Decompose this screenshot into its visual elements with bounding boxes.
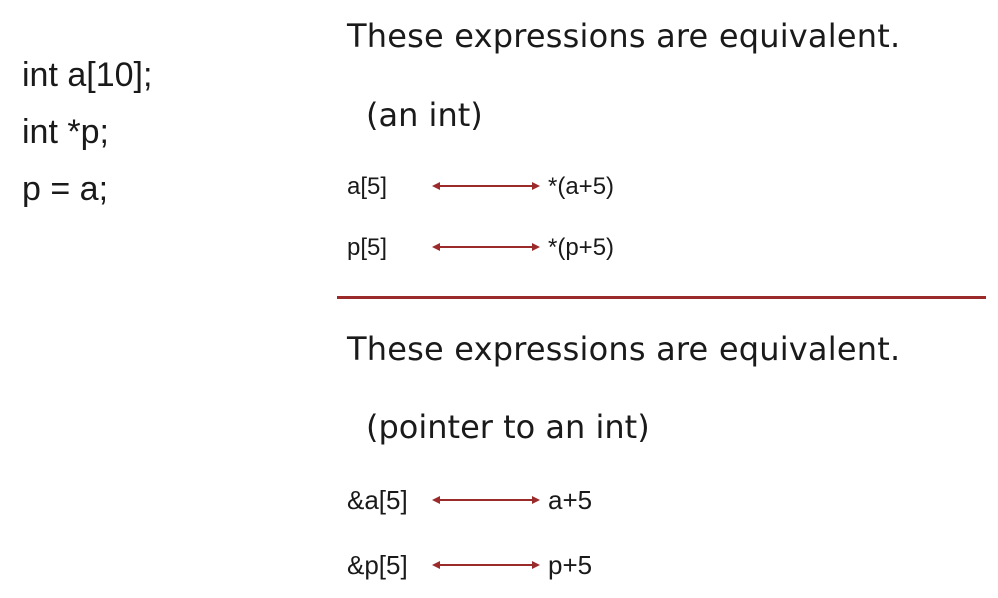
- double-arrow-icon: [432, 243, 540, 251]
- section1-heading: These expressions are equivalent.: [347, 17, 901, 55]
- section2-row1-right: a+5: [548, 485, 593, 515]
- code-line-2: int *p;: [22, 113, 109, 151]
- section1-row2-left: p[5]: [347, 234, 388, 261]
- double-arrow-icon: [432, 561, 540, 569]
- section2-row2-left: &p[5]: [347, 550, 408, 580]
- double-arrow-icon: [432, 496, 540, 504]
- section2-row2-right: p+5: [548, 550, 593, 580]
- section1-row2-right: *(p+5): [548, 234, 615, 261]
- section1-row1-left: a[5]: [347, 173, 388, 200]
- double-arrow-icon: [432, 182, 540, 190]
- section2-row1-left: &a[5]: [347, 485, 408, 515]
- code-line-1: int a[10];: [22, 56, 153, 94]
- section1-subheading: (an int): [366, 96, 483, 134]
- section1-row1-right: *(a+5): [548, 173, 615, 200]
- section2-subheading: (pointer to an int): [366, 408, 650, 446]
- section2-heading: These expressions are equivalent.: [347, 330, 901, 368]
- code-line-3: p = a;: [22, 170, 109, 208]
- section-divider: [337, 296, 986, 299]
